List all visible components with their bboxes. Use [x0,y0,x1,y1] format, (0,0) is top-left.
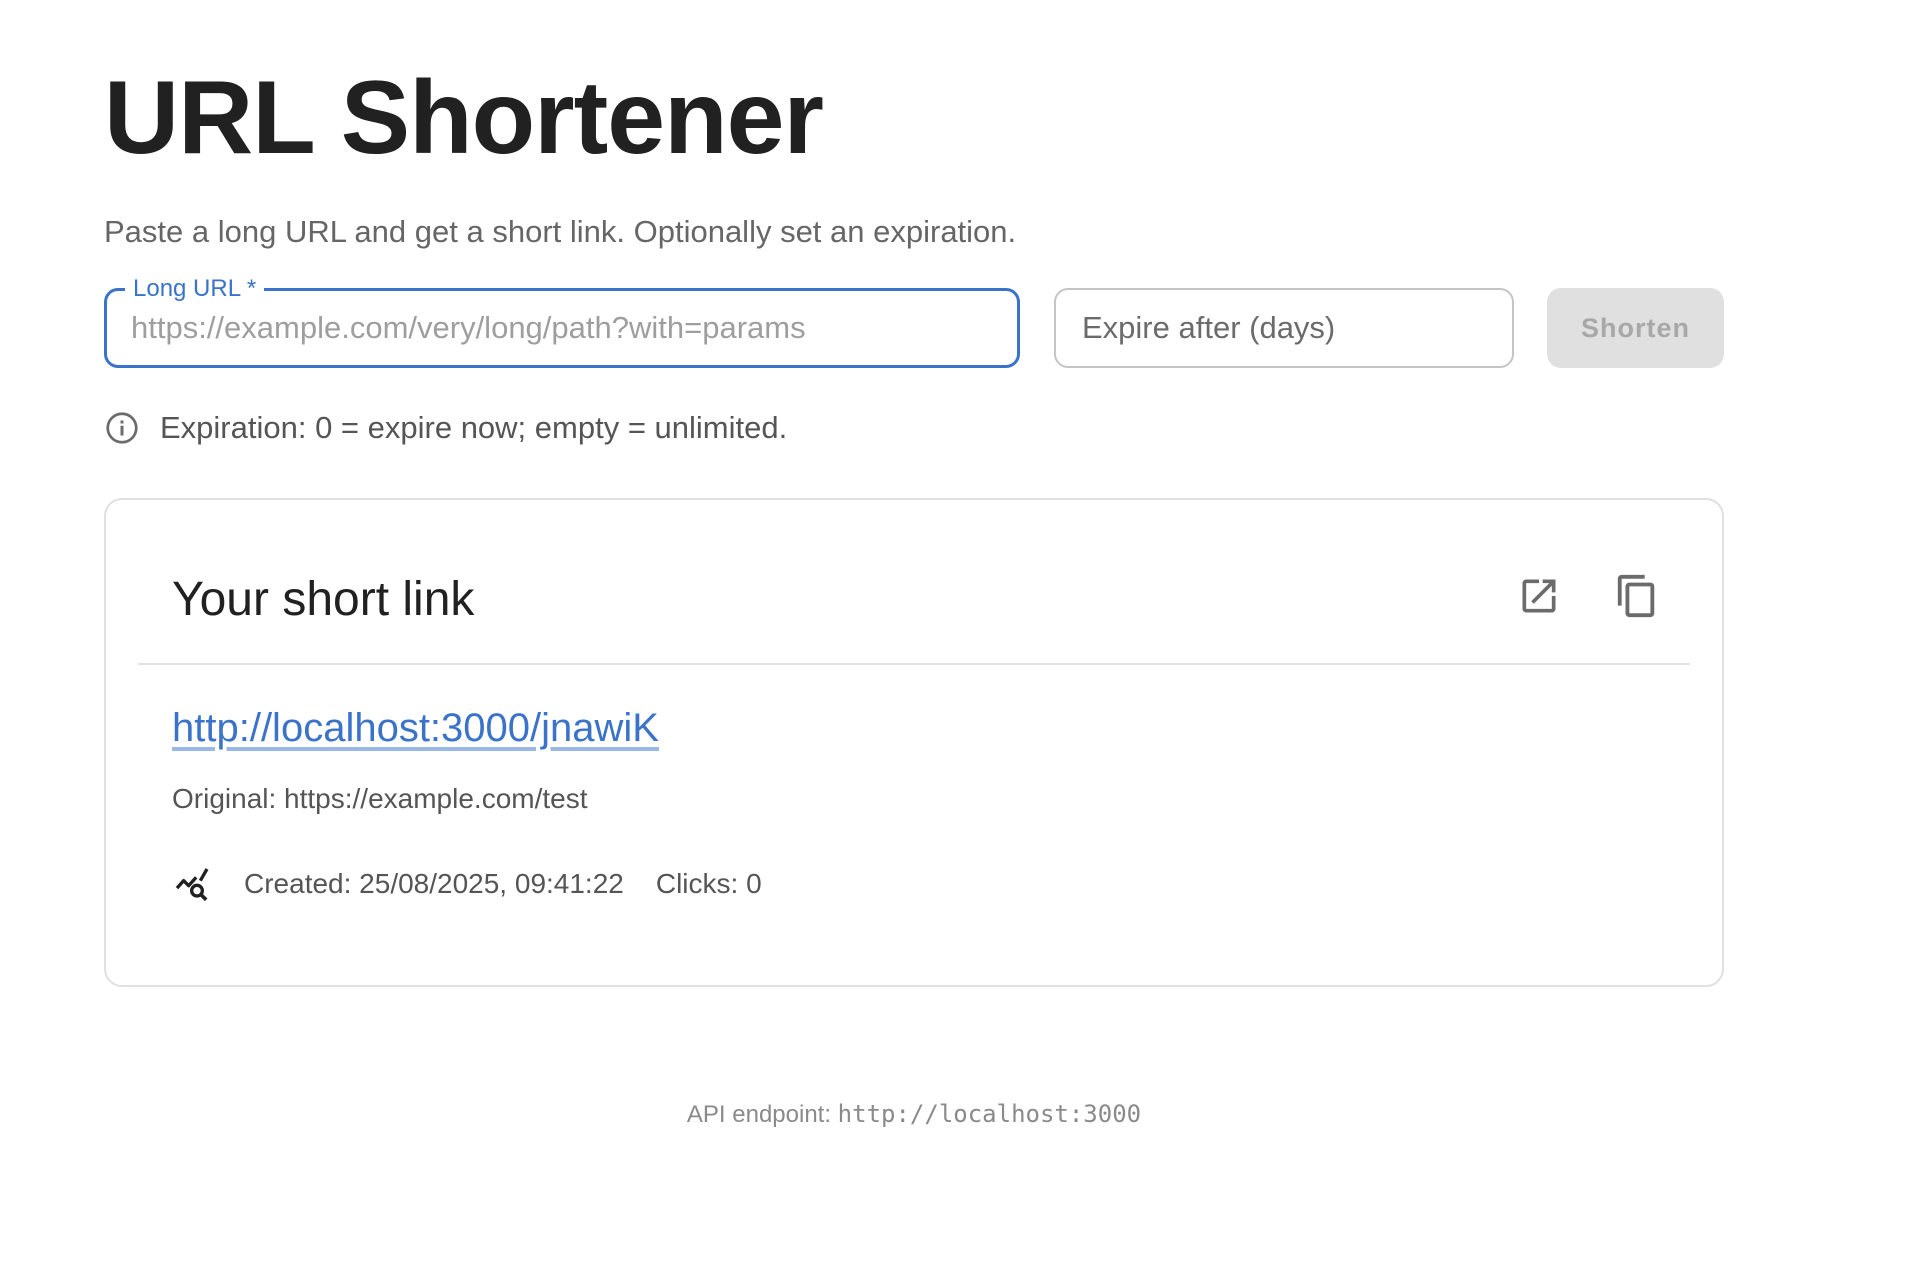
open-link-button[interactable] [1516,572,1562,624]
created-timestamp: Created: 25/08/2025, 09:41:22 [244,868,624,899]
short-link-url[interactable]: http://localhost:3000/jnawiK [172,704,659,752]
footer: API endpoint: http://localhost:3000 [104,1100,1724,1129]
api-endpoint-value: http://localhost:3000 [837,1100,1142,1128]
copy-icon [1614,571,1660,626]
expire-days-input[interactable] [1082,290,1492,366]
long-url-field[interactable]: Long URL * [104,275,1020,368]
expiration-hint-text: Expiration: 0 = expire now; empty = unli… [160,410,788,445]
click-count: Clicks: 0 [655,868,762,899]
api-endpoint-label: API endpoint: [686,1101,831,1128]
info-icon [104,410,140,446]
card-actions [1516,572,1660,624]
long-url-input[interactable] [131,291,991,365]
copy-link-button[interactable] [1614,572,1660,624]
link-stats-row: Created: 25/08/2025, 09:41:22 Clicks: 0 [172,864,762,904]
card-title: Your short link [172,573,475,626]
page-subtitle: Paste a long URL and get a short link. O… [104,214,1017,249]
shorten-button[interactable]: Shorten [1547,288,1724,368]
expire-days-field[interactable] [1054,288,1514,368]
query-stats-icon [172,864,212,904]
page-title: URL Shortener [104,60,824,176]
short-link-card: Your short link http://localhost:3000/jn… [104,498,1724,987]
original-url: Original: https://example.com/test [172,783,588,814]
card-divider [138,663,1690,665]
expiration-hint: Expiration: 0 = expire now; empty = unli… [104,408,787,448]
open-in-new-icon [1517,574,1561,623]
